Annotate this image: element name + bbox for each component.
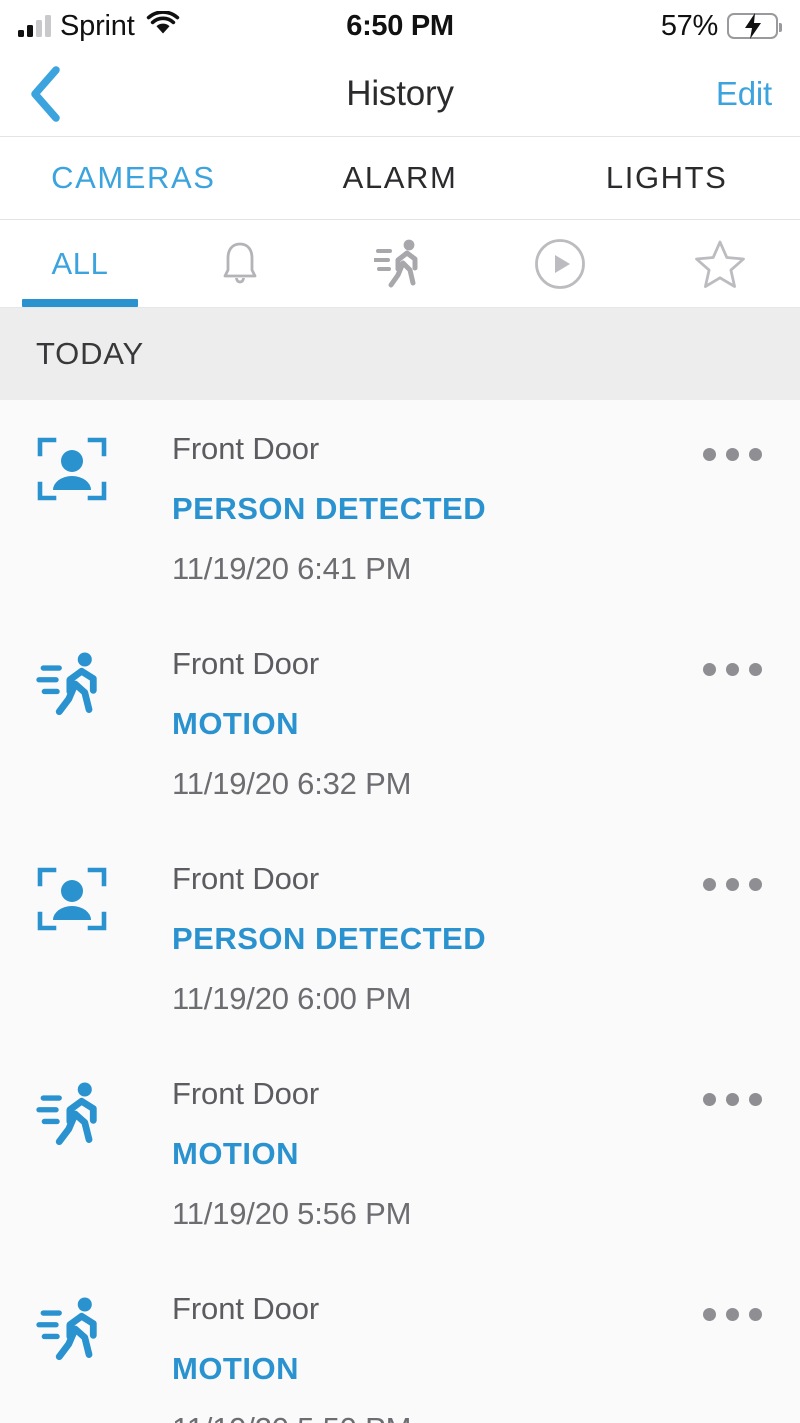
section-header-label: TODAY bbox=[36, 336, 144, 371]
event-list: Front Door PERSON DETECTED 11/19/20 6:41… bbox=[0, 400, 800, 1423]
event-timestamp: 11/19/20 5:50 PM bbox=[172, 1412, 690, 1423]
star-icon bbox=[695, 240, 745, 288]
more-options-button[interactable] bbox=[690, 645, 774, 676]
more-options-button[interactable] bbox=[690, 1290, 774, 1321]
filter-motion[interactable] bbox=[320, 220, 480, 307]
table-row[interactable]: Front Door MOTION 11/19/20 6:32 PM bbox=[0, 615, 800, 830]
chevron-left-icon bbox=[31, 66, 60, 122]
event-type-label: PERSON DETECTED bbox=[172, 491, 487, 527]
event-icon bbox=[36, 645, 114, 717]
play-circle-icon bbox=[535, 238, 585, 289]
motion-icon bbox=[36, 1082, 97, 1146]
more-options-button[interactable] bbox=[690, 1075, 774, 1106]
event-device-name: Front Door bbox=[172, 1076, 320, 1111]
battery-percent-label: 57% bbox=[660, 9, 718, 42]
event-icon bbox=[36, 860, 114, 932]
event-icon bbox=[36, 430, 114, 502]
filter-bar: ALL bbox=[0, 220, 800, 308]
table-row[interactable]: Front Door PERSON DETECTED 11/19/20 6:41… bbox=[0, 400, 800, 615]
filter-alerts[interactable] bbox=[160, 220, 320, 307]
event-timestamp: 11/19/20 6:41 PM bbox=[172, 551, 412, 587]
event-timestamp: 11/19/20 6:00 PM bbox=[172, 981, 412, 1017]
filter-all-label: ALL bbox=[51, 245, 109, 281]
tab-cameras[interactable]: CAMERAS bbox=[0, 150, 267, 206]
edit-button[interactable]: Edit bbox=[714, 69, 774, 119]
history-screen: Sprint 6:50 PM 57% History Edit CAMERAS … bbox=[0, 0, 800, 1423]
filter-recordings[interactable] bbox=[480, 220, 640, 307]
event-type-label: MOTION bbox=[172, 706, 299, 742]
event-details: Front Door MOTION 11/19/20 5:56 PM bbox=[114, 1075, 690, 1231]
event-type-label: PERSON DETECTED bbox=[172, 921, 487, 957]
table-row[interactable]: Front Door MOTION 11/19/20 5:50 PM bbox=[0, 1260, 800, 1423]
more-options-button[interactable] bbox=[690, 430, 774, 461]
motion-icon bbox=[36, 1297, 97, 1361]
event-device-name: Front Door bbox=[172, 1291, 320, 1326]
signal-bars-icon bbox=[18, 15, 51, 37]
battery-charging-icon bbox=[727, 13, 782, 39]
table-row[interactable]: Front Door PERSON DETECTED 11/19/20 6:00… bbox=[0, 830, 800, 1045]
running-person-icon bbox=[374, 239, 418, 287]
event-icon bbox=[36, 1290, 114, 1362]
wifi-icon bbox=[146, 9, 180, 42]
bell-icon bbox=[223, 242, 257, 283]
active-filter-underline bbox=[22, 299, 138, 307]
more-horizontal-icon bbox=[702, 448, 762, 461]
more-horizontal-icon bbox=[702, 1308, 762, 1321]
event-timestamp: 11/19/20 5:56 PM bbox=[172, 1196, 412, 1232]
table-row[interactable]: Front Door MOTION 11/19/20 5:56 PM bbox=[0, 1045, 800, 1260]
event-details: Front Door PERSON DETECTED 11/19/20 6:00… bbox=[114, 860, 690, 1016]
navigation-bar: History Edit bbox=[0, 52, 800, 137]
event-type-label: MOTION bbox=[172, 1136, 299, 1172]
status-bar-left: Sprint bbox=[18, 10, 180, 43]
section-header-today: TODAY bbox=[0, 308, 800, 400]
more-horizontal-icon bbox=[702, 1093, 762, 1106]
event-details: Front Door MOTION 11/19/20 6:32 PM bbox=[114, 645, 690, 801]
event-details: Front Door MOTION 11/19/20 5:50 PM bbox=[114, 1290, 690, 1423]
tab-alarm[interactable]: ALARM bbox=[267, 150, 534, 206]
tab-lights[interactable]: LIGHTS bbox=[533, 150, 800, 206]
event-device-name: Front Door bbox=[172, 646, 320, 681]
page-title: History bbox=[346, 74, 454, 113]
event-type-label: MOTION bbox=[172, 1351, 299, 1387]
segment-tab-bar: CAMERAS ALARM LIGHTS bbox=[0, 137, 800, 220]
motion-icon bbox=[36, 652, 97, 716]
event-details: Front Door PERSON DETECTED 11/19/20 6:41… bbox=[114, 430, 690, 586]
filter-favorites[interactable] bbox=[640, 220, 800, 307]
carrier-label: Sprint bbox=[60, 9, 135, 42]
event-device-name: Front Door bbox=[172, 431, 320, 466]
charging-bolt-icon bbox=[744, 13, 761, 39]
person-detected-icon bbox=[37, 867, 107, 931]
event-icon bbox=[36, 1075, 114, 1147]
status-bar-right: 57% bbox=[660, 9, 782, 43]
event-timestamp: 11/19/20 6:32 PM bbox=[172, 766, 412, 802]
more-options-button[interactable] bbox=[690, 860, 774, 891]
filter-all[interactable]: ALL bbox=[0, 220, 160, 307]
more-horizontal-icon bbox=[702, 663, 762, 676]
more-horizontal-icon bbox=[702, 878, 762, 891]
back-button[interactable] bbox=[26, 64, 86, 124]
status-bar: Sprint 6:50 PM 57% bbox=[0, 0, 800, 52]
person-detected-icon bbox=[37, 437, 107, 501]
event-device-name: Front Door bbox=[172, 861, 320, 896]
